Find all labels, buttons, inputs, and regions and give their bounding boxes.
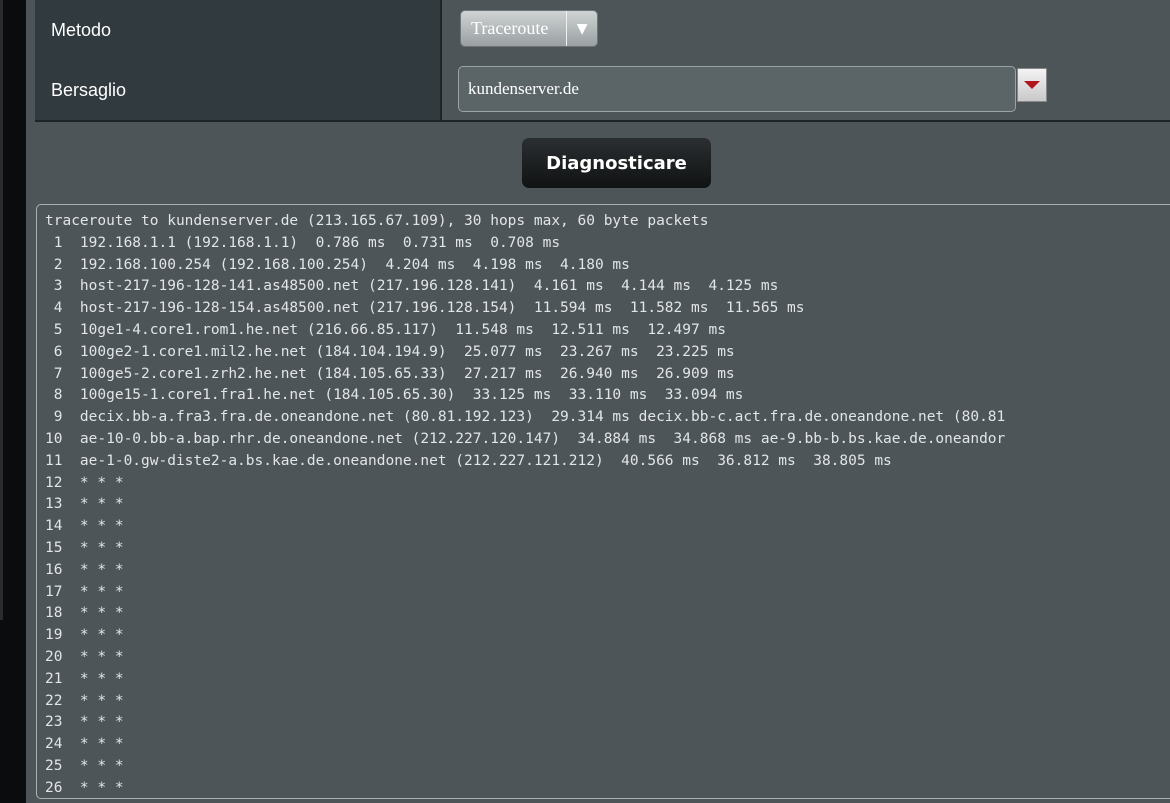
output-line: 16 * * *: [45, 561, 124, 578]
output-line: 25 * * *: [45, 757, 124, 774]
method-label: Metodo: [35, 0, 442, 60]
output-line: 5 10ge1-4.core1.rom1.he.net (216.66.85.1…: [45, 321, 726, 338]
output-line: 24 * * *: [45, 736, 124, 753]
output-line: 15 * * *: [45, 539, 124, 556]
target-value-cell: kundenserver.de: [442, 60, 1170, 120]
method-select[interactable]: Traceroute ▼: [460, 10, 598, 47]
output-line: 18 * * *: [45, 605, 124, 622]
output-line: 11 ae-1-0.gw-diste2-a.bs.kae.de.oneandon…: [45, 452, 892, 469]
triangle-down-icon: ▼: [566, 11, 597, 46]
output-line: 14 * * *: [45, 518, 124, 535]
output-line: 19 * * *: [45, 627, 124, 644]
method-row: Metodo Traceroute ▼: [35, 0, 1170, 62]
output-line: 23 * * *: [45, 714, 124, 731]
red-triangle-down-icon: [1024, 81, 1040, 89]
diagnostic-panel: Metodo Traceroute ▼ Bersaglio kundenserv…: [26, 0, 1170, 803]
output-line: 26 * * *: [45, 779, 124, 796]
target-row: Bersaglio kundenserver.de: [35, 60, 1170, 122]
output-line: 12 * * *: [45, 474, 124, 491]
output-line: 7 100ge5-2.core1.zrh2.he.net (184.105.65…: [45, 365, 735, 382]
output-line: 1 192.168.1.1 (192.168.1.1) 0.786 ms 0.7…: [45, 234, 561, 251]
output-line: 17 * * *: [45, 583, 124, 600]
output-line: traceroute to kundenserver.de (213.165.6…: [45, 213, 709, 229]
method-select-value: Traceroute: [471, 18, 549, 38]
output-text: traceroute to kundenserver.de (213.165.6…: [45, 211, 1006, 798]
output-line: 4 host-217-196-128-154.as48500.net (217.…: [45, 300, 805, 317]
left-edge-line: [0, 0, 3, 620]
output-line: 10 ae-10-0.bb-a.bap.rhr.de.oneandone.net…: [45, 430, 1006, 447]
output-line: 13 * * *: [45, 496, 124, 513]
target-dropdown-button[interactable]: [1017, 68, 1047, 102]
output-line: 2 192.168.100.254 (192.168.100.254) 4.20…: [45, 256, 630, 273]
output-line: 3 host-217-196-128-141.as48500.net (217.…: [45, 278, 779, 295]
target-input[interactable]: kundenserver.de: [458, 66, 1016, 112]
output-line: 20 * * *: [45, 648, 124, 665]
traceroute-output[interactable]: traceroute to kundenserver.de (213.165.6…: [36, 204, 1170, 799]
method-value-cell: Traceroute ▼: [442, 0, 1170, 60]
output-line: 6 100ge2-1.core1.mil2.he.net (184.104.19…: [45, 343, 735, 360]
left-edge-strip: [0, 0, 26, 803]
diagnose-button[interactable]: Diagnosticare: [522, 138, 711, 188]
output-line: 9 decix.bb-a.fra3.fra.de.oneandone.net (…: [45, 409, 1006, 426]
output-line: 22 * * *: [45, 692, 124, 709]
output-line: 21 * * *: [45, 670, 124, 687]
target-label: Bersaglio: [35, 60, 442, 120]
output-line: 8 100ge15-1.core1.fra1.he.net (184.105.6…: [45, 387, 744, 404]
